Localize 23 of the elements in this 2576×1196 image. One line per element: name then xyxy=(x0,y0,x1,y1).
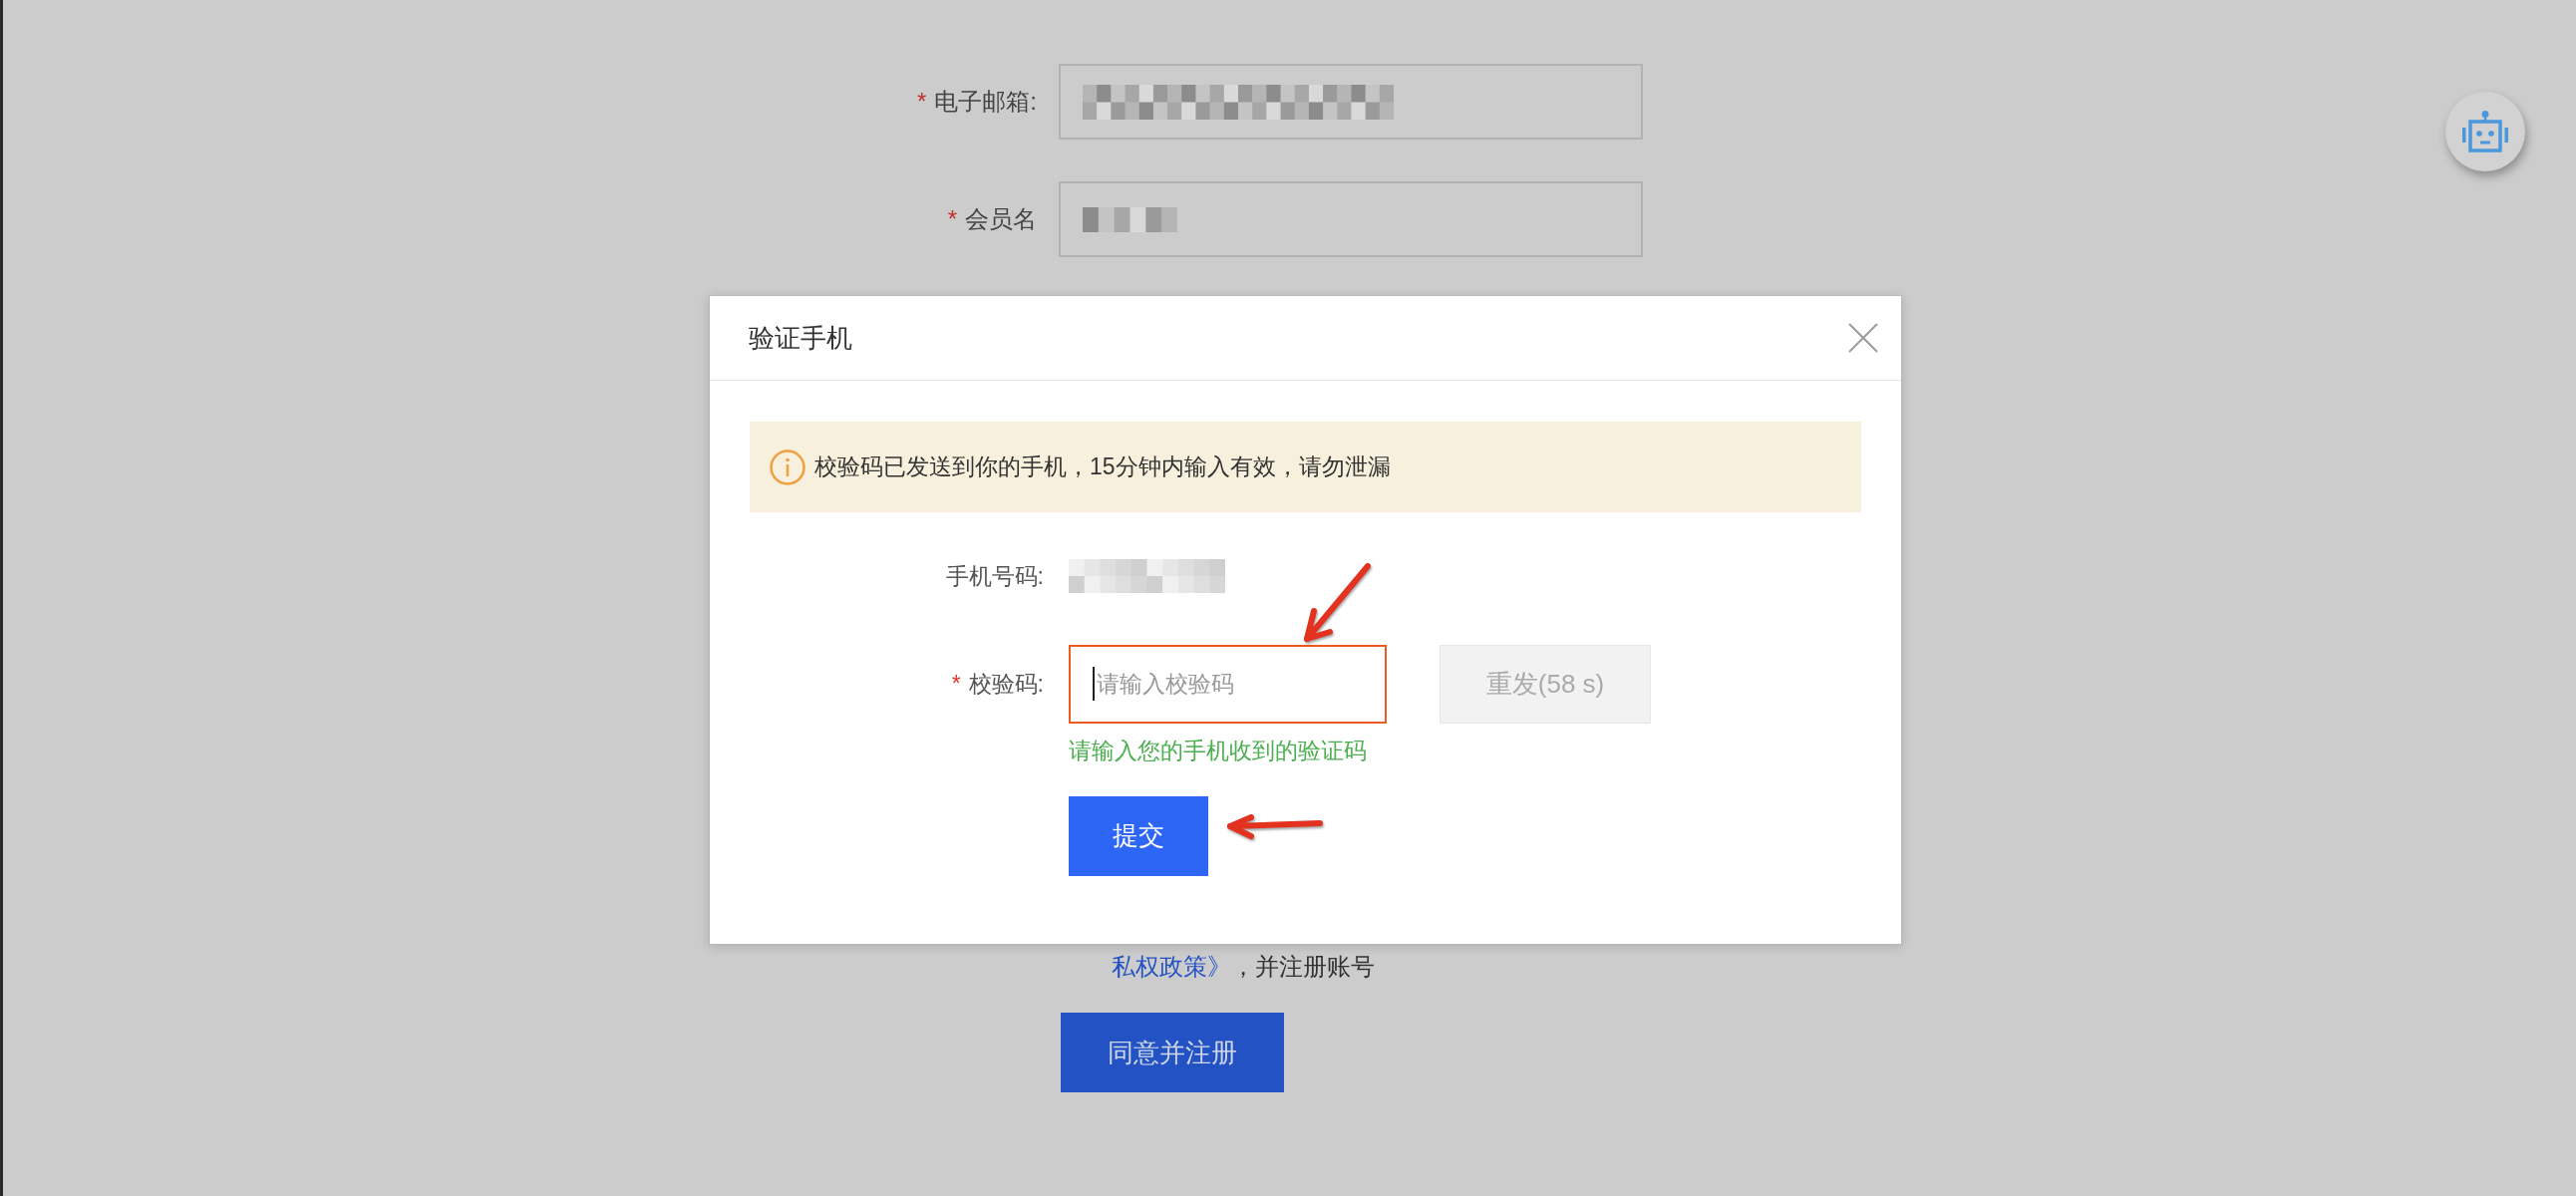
privacy-policy-link[interactable]: 私权政策》 xyxy=(1112,953,1231,980)
close-button[interactable] xyxy=(1847,322,1879,354)
code-label: 校验码: xyxy=(968,670,1044,700)
text-cursor-icon xyxy=(1093,667,1095,701)
agreement-text: 私权政策》，并注册账号 xyxy=(1112,953,1375,980)
required-asterisk: * xyxy=(947,204,957,234)
dialog-title: 验证手机 xyxy=(749,321,852,355)
register-button[interactable]: 同意并注册 xyxy=(1061,1013,1284,1092)
chatbot-button[interactable] xyxy=(2445,92,2525,171)
text-field[interactable] xyxy=(1059,64,1643,140)
phone-label: 手机号码: xyxy=(945,561,1044,591)
text-field[interactable] xyxy=(1059,181,1643,257)
alert-message: 校验码已发送到你的手机，15分钟内输入有效，请勿泄漏 xyxy=(814,452,1391,482)
field-label: 电子邮箱: xyxy=(934,87,1037,117)
required-asterisk: * xyxy=(917,87,927,117)
submit-button[interactable]: 提交 xyxy=(1069,795,1208,876)
info-icon xyxy=(770,448,805,485)
robot-icon xyxy=(2462,111,2508,152)
required-asterisk: * xyxy=(951,670,961,700)
hint-text: 请输入您的手机收到的验证码 xyxy=(1069,738,1367,763)
field-label: 会员名 xyxy=(965,204,1037,234)
verification-code-input[interactable]: 请输入校验码 xyxy=(1069,645,1387,724)
close-icon xyxy=(1848,323,1878,353)
